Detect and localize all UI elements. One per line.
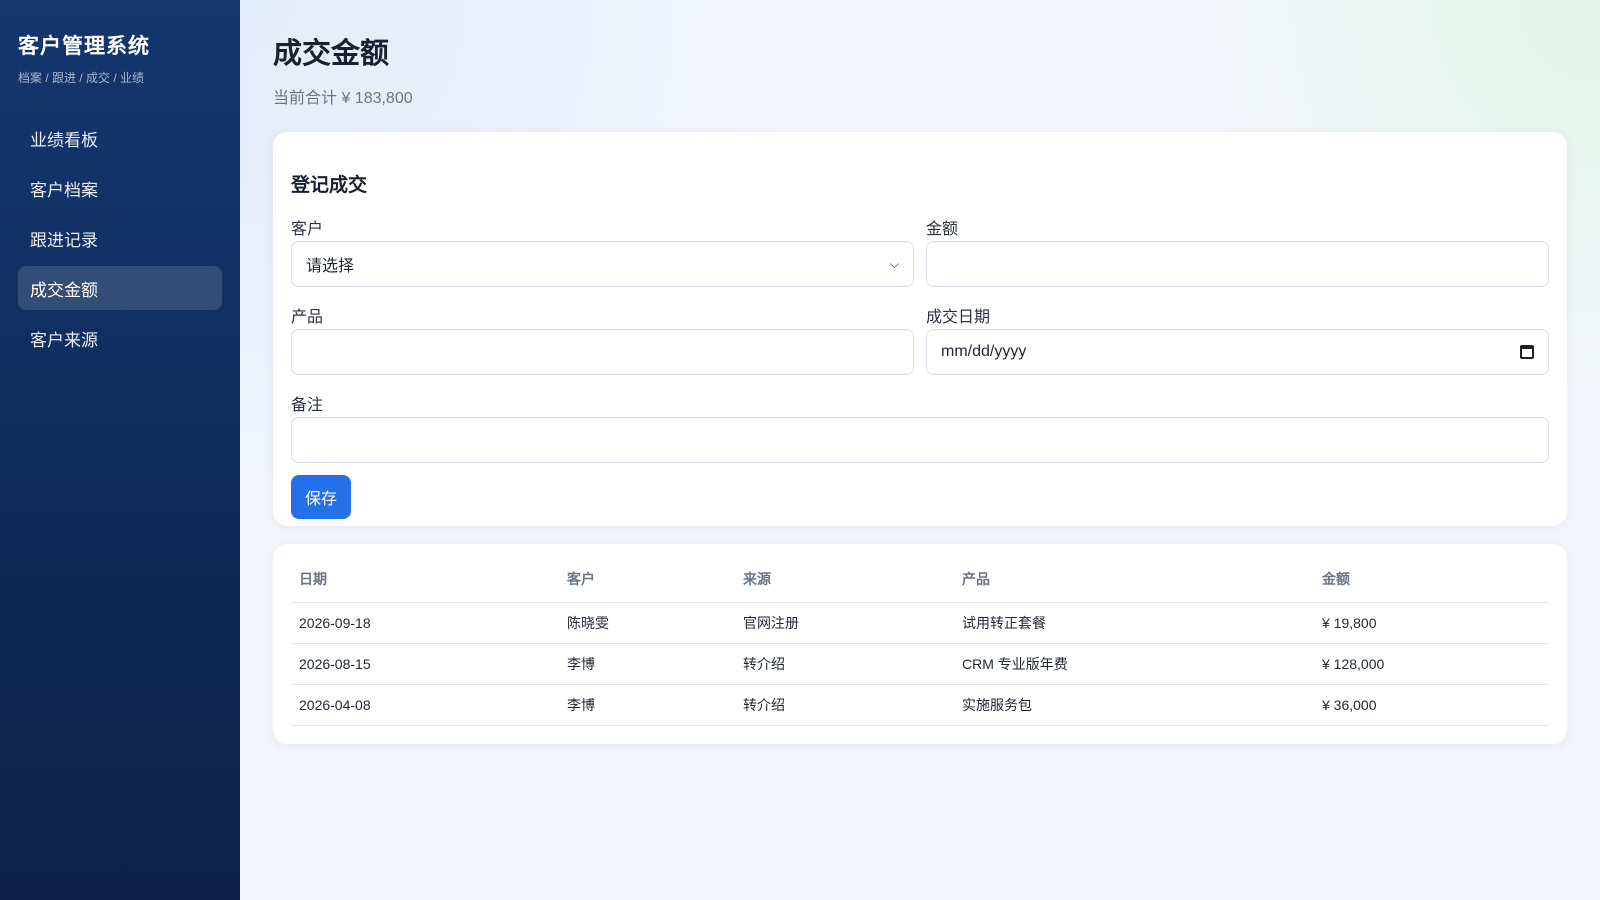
table-row: 2026-09-18 陈晓雯 官网注册 试用转正套餐 ¥ 19,800 bbox=[291, 602, 1549, 644]
cell-customer: 李博 bbox=[559, 643, 735, 685]
cell-amount: ¥ 128,000 bbox=[1314, 643, 1549, 685]
sidebar-item-sources[interactable]: 客户来源 bbox=[18, 316, 222, 360]
column-header-product: 产品 bbox=[954, 566, 1314, 603]
page-title: 成交金额 bbox=[273, 38, 390, 70]
sidebar-item-followups[interactable]: 跟进记录 bbox=[18, 216, 222, 260]
sidebar-item-dashboard[interactable]: 业绩看板 bbox=[18, 116, 222, 160]
column-header-source: 来源 bbox=[735, 566, 954, 603]
deals-table: 日期 客户 来源 产品 金额 2026-09-18 陈晓雯 官网注册 试用转正套… bbox=[291, 566, 1549, 726]
cell-customer: 陈晓雯 bbox=[559, 602, 735, 644]
column-header-amount: 金额 bbox=[1314, 566, 1549, 603]
save-button[interactable]: 保存 bbox=[291, 475, 351, 519]
deals-table-card: 日期 客户 来源 产品 金额 2026-09-18 陈晓雯 官网注册 试用转正套… bbox=[273, 544, 1567, 744]
brand-subtitle: 档案 / 跟进 / 成交 / 业绩 bbox=[18, 71, 145, 85]
cell-amount: ¥ 36,000 bbox=[1314, 684, 1549, 726]
cell-source: 官网注册 bbox=[735, 602, 954, 644]
customer-select[interactable]: 请选择 ⌵ bbox=[291, 241, 914, 287]
note-field: 备注 bbox=[291, 391, 1549, 463]
cell-date: 2026-04-08 bbox=[291, 684, 559, 726]
column-header-customer: 客户 bbox=[559, 566, 735, 603]
sidebar-item-deals[interactable]: 成交金额 bbox=[18, 266, 222, 310]
customer-label: 客户 bbox=[291, 221, 324, 238]
amount-input[interactable] bbox=[926, 241, 1549, 287]
product-input[interactable] bbox=[291, 329, 914, 375]
cell-source: 转介绍 bbox=[735, 643, 954, 685]
cell-product: 实施服务包 bbox=[954, 684, 1314, 726]
brand-title: 客户管理系统 bbox=[18, 35, 150, 58]
note-input[interactable] bbox=[291, 417, 1549, 463]
chevron-down-icon: ⌵ bbox=[889, 256, 899, 271]
column-header-date: 日期 bbox=[291, 566, 559, 603]
cell-source: 转介绍 bbox=[735, 684, 954, 726]
date-field: 成交日期 mm/dd/yyyy bbox=[926, 303, 1549, 375]
cell-date: 2026-08-15 bbox=[291, 643, 559, 685]
cell-amount: ¥ 19,800 bbox=[1314, 602, 1549, 644]
customer-select-value: 请选择 bbox=[306, 258, 355, 275]
cell-product: CRM 专业版年费 bbox=[954, 643, 1314, 685]
date-label: 成交日期 bbox=[926, 309, 991, 326]
amount-field: 金额 bbox=[926, 215, 1549, 287]
deal-form-card: 登记成交 客户 请选择 ⌵ 金额 产品 成交日期 mm/dd/yyyy 备注 保… bbox=[273, 132, 1567, 526]
sidebar-nav: 业绩看板 客户档案 跟进记录 成交金额 客户来源 bbox=[18, 116, 222, 360]
main-content: 成交金额 当前合计 ¥ 183,800 登记成交 客户 请选择 ⌵ 金额 产品 … bbox=[240, 0, 1600, 900]
calendar-icon[interactable] bbox=[1520, 345, 1534, 359]
cell-date: 2026-09-18 bbox=[291, 602, 559, 644]
cell-product: 试用转正套餐 bbox=[954, 602, 1314, 644]
product-field: 产品 bbox=[291, 303, 914, 375]
date-input-value: mm/dd/yyyy bbox=[941, 343, 1027, 360]
table-row: 2026-08-15 李博 转介绍 CRM 专业版年费 ¥ 128,000 bbox=[291, 643, 1549, 685]
table-header-row: 日期 客户 来源 产品 金额 bbox=[291, 566, 1549, 603]
total-amount-text: 当前合计 ¥ 183,800 bbox=[273, 90, 413, 107]
sidebar: 客户管理系统 档案 / 跟进 / 成交 / 业绩 业绩看板 客户档案 跟进记录 … bbox=[0, 0, 240, 900]
product-label: 产品 bbox=[291, 309, 324, 326]
cell-customer: 李博 bbox=[559, 684, 735, 726]
sidebar-item-customers[interactable]: 客户档案 bbox=[18, 166, 222, 210]
app: 客户管理系统 档案 / 跟进 / 成交 / 业绩 业绩看板 客户档案 跟进记录 … bbox=[0, 0, 1600, 900]
date-input[interactable]: mm/dd/yyyy bbox=[926, 329, 1549, 375]
form-title: 登记成交 bbox=[291, 175, 368, 196]
amount-label: 金额 bbox=[926, 221, 959, 238]
table-row: 2026-04-08 李博 转介绍 实施服务包 ¥ 36,000 bbox=[291, 684, 1549, 726]
customer-field: 客户 请选择 ⌵ bbox=[291, 215, 914, 287]
note-label: 备注 bbox=[291, 397, 324, 414]
